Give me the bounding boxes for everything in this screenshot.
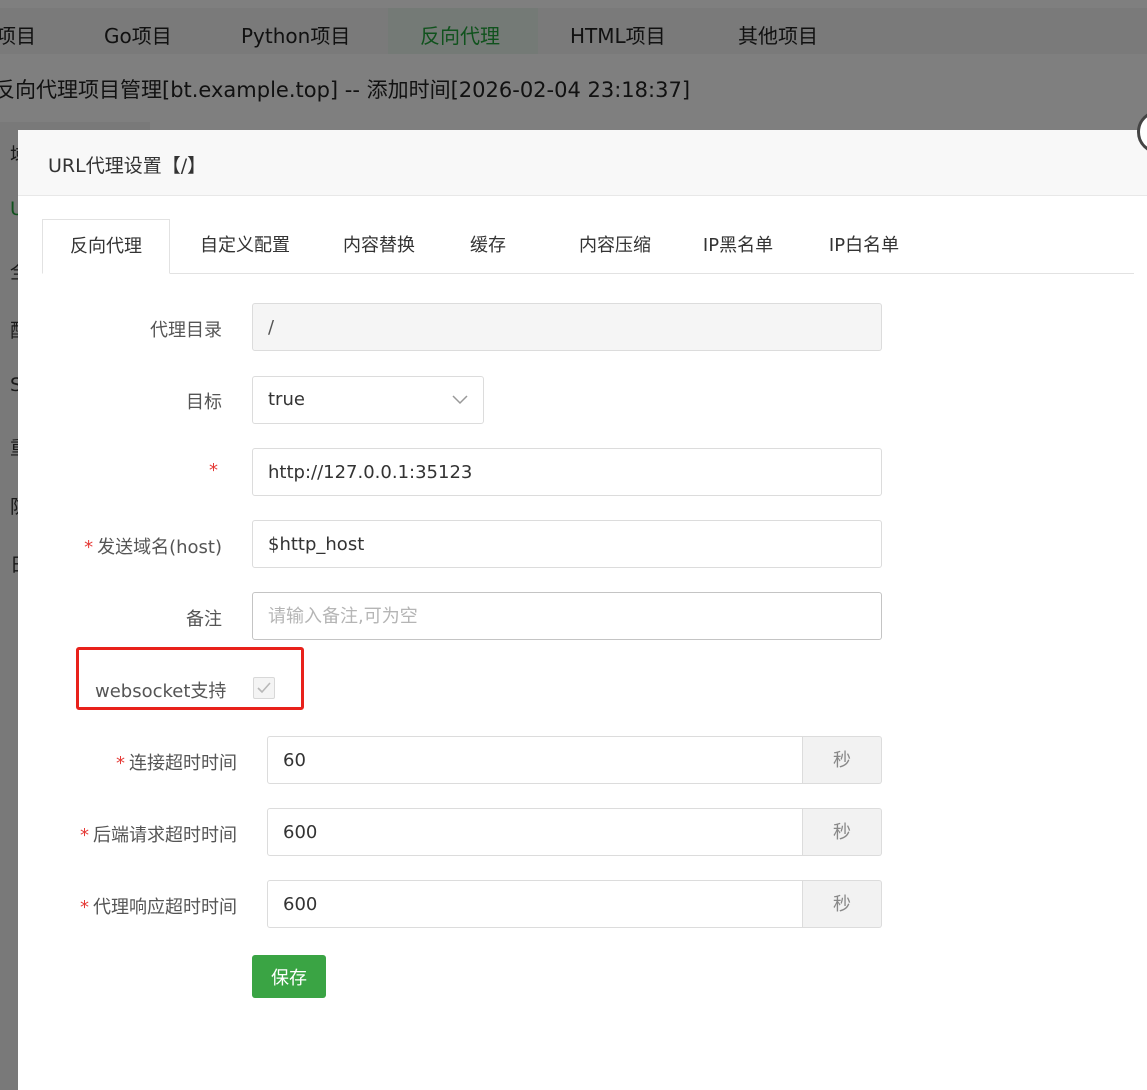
send-host-input[interactable]	[252, 520, 882, 568]
save-button[interactable]: 保存	[252, 955, 326, 998]
settings-tab-bar: 反向代理 自定义配置 内容替换 缓存 内容压缩 IP黑名单 IP白名单	[42, 219, 1134, 274]
websocket-checkbox[interactable]	[253, 677, 275, 699]
check-icon	[257, 682, 271, 694]
required-mark: *	[116, 753, 125, 774]
note-label: 备注	[186, 609, 222, 630]
target-url-input[interactable]	[252, 448, 882, 496]
response-timeout-label-text: 代理响应超时时间	[93, 897, 237, 918]
chevron-down-icon	[452, 395, 468, 405]
note-input[interactable]	[252, 592, 882, 640]
target-select-value: true	[268, 389, 305, 410]
proxy-dir-input	[252, 303, 882, 351]
proxy-dir-label: 代理目录	[150, 320, 222, 341]
tab-custom-config[interactable]: 自定义配置	[190, 219, 300, 273]
modal-header: URL代理设置【/】	[18, 130, 1147, 196]
tab-content-replace[interactable]: 内容替换	[324, 219, 434, 273]
required-mark: *	[80, 897, 89, 918]
tab-ip-whitelist[interactable]: IP白名单	[806, 219, 922, 273]
backend-timeout-label: * 后端请求超时时间	[80, 821, 237, 847]
target-label: 目标	[186, 392, 222, 413]
tab-cache[interactable]: 缓存	[458, 219, 518, 273]
send-host-label-text: 发送域名(host)	[97, 537, 222, 558]
tab-content-compress[interactable]: 内容压缩	[560, 219, 670, 273]
required-mark: *	[84, 537, 94, 558]
connect-timeout-label-text: 连接超时时间	[129, 753, 237, 774]
url-proxy-settings-modal: URL代理设置【/】 反向代理 自定义配置 内容替换 缓存 内容压缩 IP黑名单…	[18, 110, 1147, 1090]
required-mark: *	[80, 825, 89, 846]
tab-ip-blacklist[interactable]: IP黑名单	[680, 219, 796, 273]
backend-timeout-unit: 秒	[803, 808, 882, 856]
modal-title: URL代理设置【/】	[48, 155, 207, 177]
tab-reverse-proxy[interactable]: 反向代理	[42, 219, 170, 274]
required-mark: *	[209, 460, 218, 481]
backend-timeout-label-text: 后端请求超时时间	[93, 825, 237, 846]
websocket-label: websocket支持	[95, 681, 227, 702]
response-timeout-unit: 秒	[803, 880, 882, 928]
backend-timeout-input[interactable]	[267, 808, 803, 856]
connect-timeout-input[interactable]	[267, 736, 803, 784]
connect-timeout-label: * 连接超时时间	[116, 749, 237, 775]
response-timeout-input[interactable]	[267, 880, 803, 928]
target-url-label: *	[209, 460, 222, 481]
response-timeout-label: * 代理响应超时时间	[80, 893, 237, 919]
target-select[interactable]: true	[252, 376, 484, 424]
send-host-label: * 发送域名(host)	[84, 533, 222, 559]
connect-timeout-unit: 秒	[803, 736, 882, 784]
